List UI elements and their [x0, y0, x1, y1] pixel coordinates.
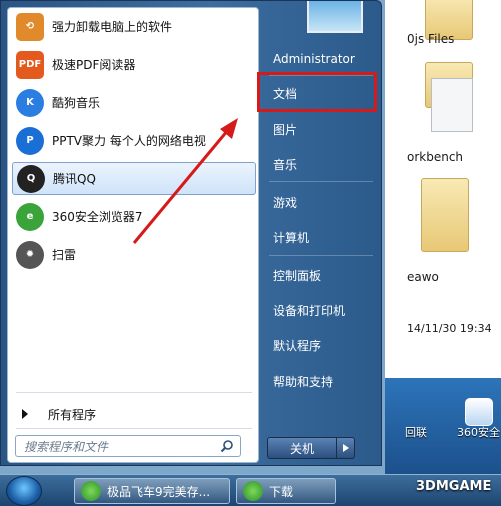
minesweeper-icon: ✹ — [16, 240, 44, 269]
program-label: 强力卸载电脑上的软件 — [52, 20, 173, 34]
background-explorer-window: 0js Files orkbench eawo 14/11/30 19:34 — [385, 0, 501, 378]
taskbar-button-label: 下载 — [269, 484, 294, 499]
program-label: 腾讯QQ — [53, 172, 96, 186]
program-item-minesweeper[interactable]: ✹ 扫雷 — [12, 238, 256, 271]
desktop-label[interactable]: 回联 — [405, 424, 427, 440]
kugou-icon: K — [16, 88, 44, 117]
folder-icon — [421, 178, 469, 252]
file-label[interactable]: orkbench — [407, 150, 463, 164]
program-label: 360安全浏览器7 — [52, 210, 143, 224]
document-icon — [431, 78, 473, 132]
desktop-area: 回联 360安全... — [385, 378, 501, 478]
divider — [269, 255, 373, 256]
file-label[interactable]: 0js Files — [407, 32, 454, 46]
program-item-pdf-reader[interactable]: PDF 极速PDF阅读器 — [12, 48, 256, 81]
menu-item-games[interactable]: 游戏 — [265, 190, 377, 214]
shutdown-button[interactable]: 关机 — [267, 437, 337, 459]
start-button[interactable] — [6, 476, 42, 506]
file-date: 14/11/30 19:34 — [407, 322, 492, 335]
menu-item-music[interactable]: 音乐 — [265, 152, 377, 176]
program-label: 极速PDF阅读器 — [52, 58, 136, 72]
menu-item-default-programs[interactable]: 默认程序 — [265, 333, 377, 357]
watermark: 3DMGAME — [416, 479, 492, 494]
highlight-box — [257, 72, 377, 112]
start-menu-programs-pane: ⟲ 强力卸载电脑上的软件 PDF 极速PDF阅读器 K 酷狗音乐 P PPTV聚… — [7, 7, 259, 463]
user-avatar[interactable] — [307, 1, 363, 33]
divider — [16, 392, 252, 393]
uninstall-icon: ⟲ — [16, 12, 44, 41]
qq-icon: Q — [17, 164, 45, 193]
start-menu: ⟲ 强力卸载电脑上的软件 PDF 极速PDF阅读器 K 酷狗音乐 P PPTV聚… — [0, 0, 382, 466]
menu-item-devices-printers[interactable]: 设备和打印机 — [265, 298, 377, 322]
taskbar-button-downloads[interactable]: 下载 — [236, 478, 336, 504]
all-programs-button[interactable]: 所有程序 — [16, 402, 96, 426]
browser-360-icon — [81, 481, 101, 501]
divider — [269, 181, 373, 182]
desktop-shortcut-icon[interactable] — [465, 398, 493, 426]
taskbar-button-nfs9[interactable]: 极品飞车9完美存... — [74, 478, 230, 504]
all-programs-label: 所有程序 — [48, 407, 97, 422]
search-input[interactable]: 搜索程序和文件 — [15, 435, 241, 457]
search-placeholder: 搜索程序和文件 — [24, 439, 109, 454]
program-item-uninstaller[interactable]: ⟲ 强力卸载电脑上的软件 — [12, 10, 256, 43]
program-item-360-browser[interactable]: e 360安全浏览器7 — [12, 200, 256, 233]
program-item-kugou[interactable]: K 酷狗音乐 — [12, 86, 256, 119]
desktop-label[interactable]: 360安全... — [457, 424, 501, 440]
program-item-qq[interactable]: Q 腾讯QQ — [12, 162, 256, 195]
menu-item-computer[interactable]: 计算机 — [265, 225, 377, 249]
taskbar-button-label: 极品飞车9完美存... — [107, 484, 211, 499]
pdf-icon: PDF — [16, 50, 44, 79]
arrow-right-icon — [342, 444, 349, 452]
browser-360-icon: e — [16, 202, 44, 231]
divider — [16, 428, 252, 429]
program-label: 酷狗音乐 — [52, 96, 101, 110]
shutdown-options-button[interactable] — [337, 437, 355, 459]
menu-item-help-support[interactable]: 帮助和支持 — [265, 369, 377, 393]
menu-item-pictures[interactable]: 图片 — [265, 117, 377, 141]
browser-360-icon — [243, 481, 263, 501]
menu-item-administrator[interactable]: Administrator — [265, 47, 377, 71]
program-label: PPTV聚力 每个人的网络电视 — [52, 134, 206, 148]
program-label: 扫雷 — [52, 248, 77, 262]
menu-item-control-panel[interactable]: 控制面板 — [265, 263, 377, 287]
pptv-icon: P — [16, 126, 44, 155]
search-icon[interactable] — [220, 439, 234, 453]
arrow-right-icon — [22, 409, 28, 419]
file-label[interactable]: eawo — [407, 270, 439, 284]
program-item-pptv[interactable]: P PPTV聚力 每个人的网络电视 — [12, 124, 256, 157]
